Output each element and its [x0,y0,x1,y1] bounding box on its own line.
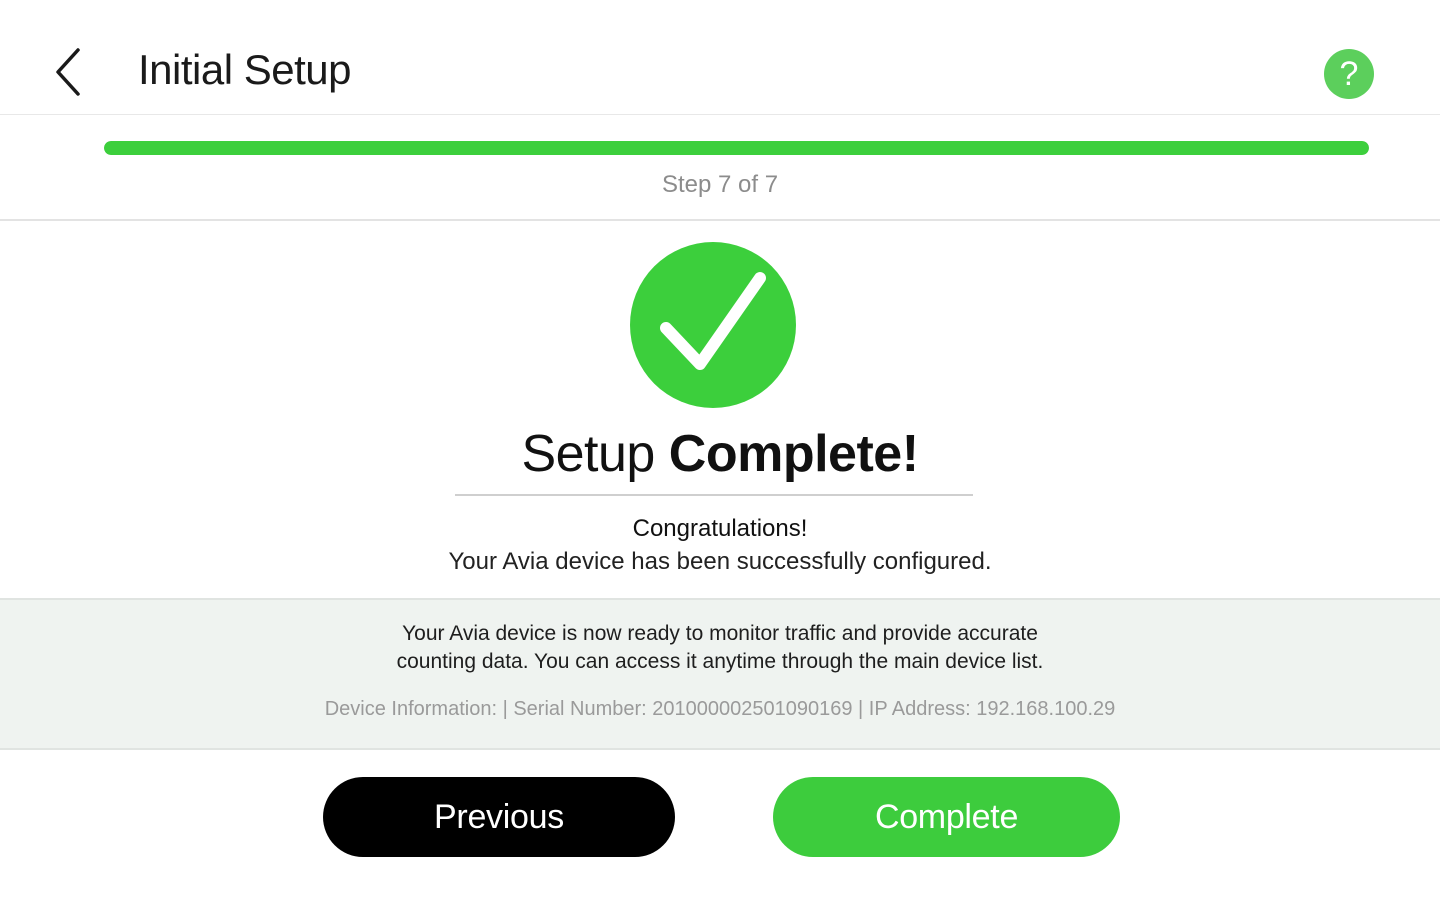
checkmark-circle-icon [630,242,796,408]
chevron-left-icon [56,48,80,96]
configured-message: Your Avia device has been successfully c… [448,548,992,575]
success-title: Setup Complete! [0,424,1440,484]
help-button[interactable]: ? [1324,49,1374,99]
device-information: Device Information: | Serial Number: 201… [324,698,1116,720]
header-bar: Initial Setup ? [0,0,1440,115]
success-title-bold: Complete! [668,425,919,483]
back-button[interactable] [48,44,88,100]
step-indicator: Step 7 of 7 [661,171,779,198]
complete-button[interactable]: Complete [773,777,1120,857]
title-divider [455,494,973,496]
help-icon: ? [1339,55,1359,93]
success-title-light: Setup [521,425,655,483]
info-text-line-2: counting data. You can access it anytime… [396,650,1044,673]
progress-bar [104,141,1369,155]
info-panel: Your Avia device is now ready to monitor… [0,598,1440,750]
progress-section: Step 7 of 7 [0,115,1440,221]
previous-button[interactable]: Previous [323,777,675,857]
info-text-line-1: Your Avia device is now ready to monitor… [402,622,1038,645]
page-title: Initial Setup [138,46,351,93]
progress-fill [104,141,1369,155]
congrats-text: Congratulations! [632,515,808,542]
